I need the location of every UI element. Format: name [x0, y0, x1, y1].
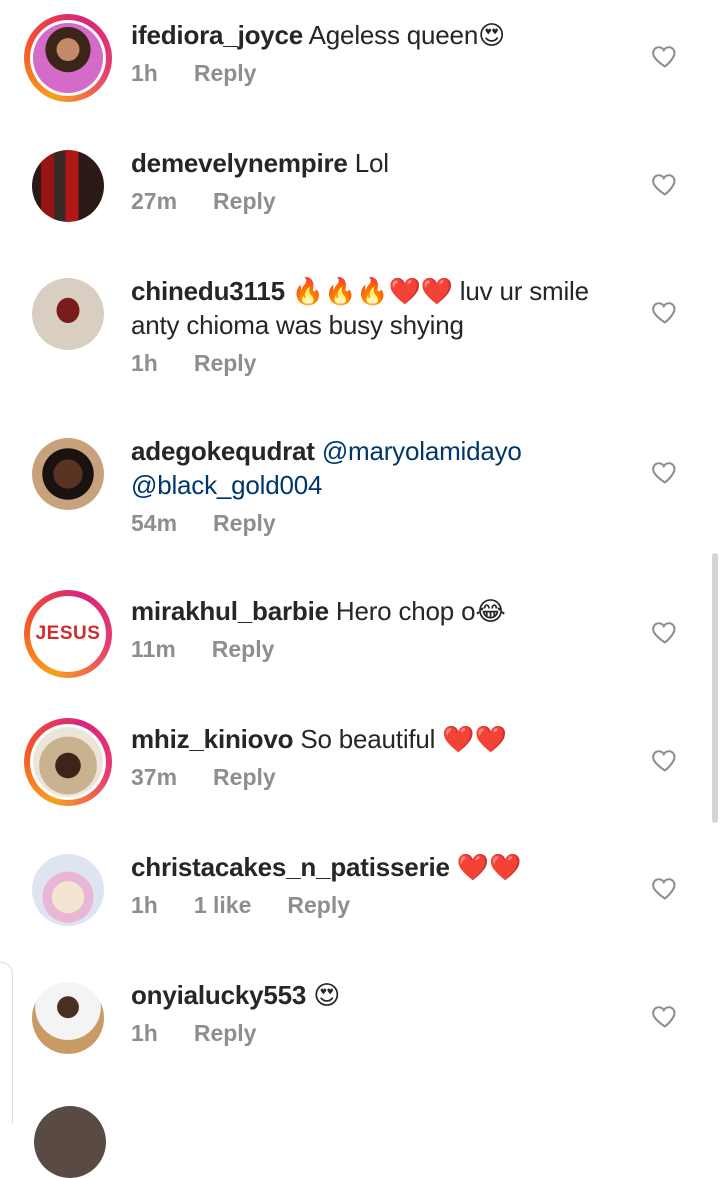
reply-button[interactable]: Reply: [212, 636, 275, 662]
comment-username[interactable]: onyialucky553: [131, 980, 306, 1010]
heart-icon[interactable]: [651, 874, 679, 902]
comment-text: Ageless queen😍: [308, 20, 506, 50]
avatar-wrap[interactable]: [24, 270, 112, 358]
comment-username[interactable]: chinedu3115: [131, 276, 285, 306]
heart-icon[interactable]: [651, 1002, 679, 1030]
comment-username[interactable]: adegokequdrat: [131, 436, 315, 466]
comment-time: 1h: [131, 892, 158, 918]
comment-text-continued: anty chioma was busy shying: [131, 310, 464, 340]
story-ring[interactable]: JESUS: [24, 590, 112, 678]
avatar-wrap[interactable]: [24, 846, 112, 934]
comment-time: 54m: [131, 510, 178, 536]
reply-button[interactable]: Reply: [213, 510, 276, 536]
heart-icon[interactable]: [651, 458, 679, 486]
reply-button[interactable]: Reply: [213, 764, 276, 790]
comment-username[interactable]: mhiz_kiniovo: [131, 724, 293, 754]
like-count[interactable]: 1 like: [194, 892, 252, 918]
story-ring[interactable]: [24, 14, 112, 102]
comment-text: 😍: [313, 980, 341, 1010]
comment-time: 11m: [131, 636, 176, 662]
mention-link[interactable]: @black_gold004: [131, 470, 322, 500]
avatar[interactable]: [34, 1106, 106, 1178]
avatar[interactable]: JESUS: [33, 599, 103, 669]
comment-text: 🔥🔥🔥❤️❤️ luv ur smile: [291, 276, 589, 306]
reply-button[interactable]: Reply: [287, 892, 350, 918]
story-ring[interactable]: [24, 718, 112, 806]
comment-text: Lol: [354, 148, 389, 178]
heart-icon[interactable]: [651, 42, 679, 70]
comment-time: 1h: [131, 1020, 158, 1046]
scrollbar[interactable]: [712, 553, 718, 823]
comment-username[interactable]: christacakes_n_patisserie: [131, 852, 450, 882]
avatar[interactable]: [32, 854, 104, 926]
avatar-wrap[interactable]: [24, 142, 112, 230]
mention-link[interactable]: @maryolamidayo: [322, 436, 522, 466]
comment-text: ❤️❤️: [456, 852, 522, 882]
comment-time: 37m: [131, 764, 178, 790]
avatar[interactable]: [33, 727, 103, 797]
reply-button[interactable]: Reply: [213, 188, 276, 214]
comment-text: Hero chop o😂: [335, 596, 506, 626]
avatar[interactable]: [32, 278, 104, 350]
avatar-wrap[interactable]: [24, 974, 112, 1062]
avatar[interactable]: [33, 23, 103, 93]
overlay-edge: [0, 962, 13, 1123]
comment-username[interactable]: demevelynempire: [131, 148, 348, 178]
reply-button[interactable]: Reply: [194, 60, 257, 86]
reply-button[interactable]: Reply: [194, 350, 257, 376]
comment-text: So beautiful ❤️❤️: [300, 724, 507, 754]
avatar[interactable]: [32, 982, 104, 1054]
heart-icon[interactable]: [651, 618, 679, 646]
heart-icon[interactable]: [651, 170, 679, 198]
avatar-text: JESUS: [35, 623, 101, 644]
reply-button[interactable]: Reply: [194, 1020, 257, 1046]
comment-time: 27m: [131, 188, 178, 214]
comment-time: 1h: [131, 350, 158, 376]
avatar[interactable]: [32, 438, 104, 510]
avatar-wrap[interactable]: [24, 430, 112, 518]
heart-icon[interactable]: [651, 746, 679, 774]
comment-time: 1h: [131, 60, 158, 86]
heart-icon[interactable]: [651, 298, 679, 326]
comment-username[interactable]: mirakhul_barbie: [131, 596, 329, 626]
avatar[interactable]: [32, 150, 104, 222]
comment-username[interactable]: ifediora_joyce: [131, 20, 303, 50]
